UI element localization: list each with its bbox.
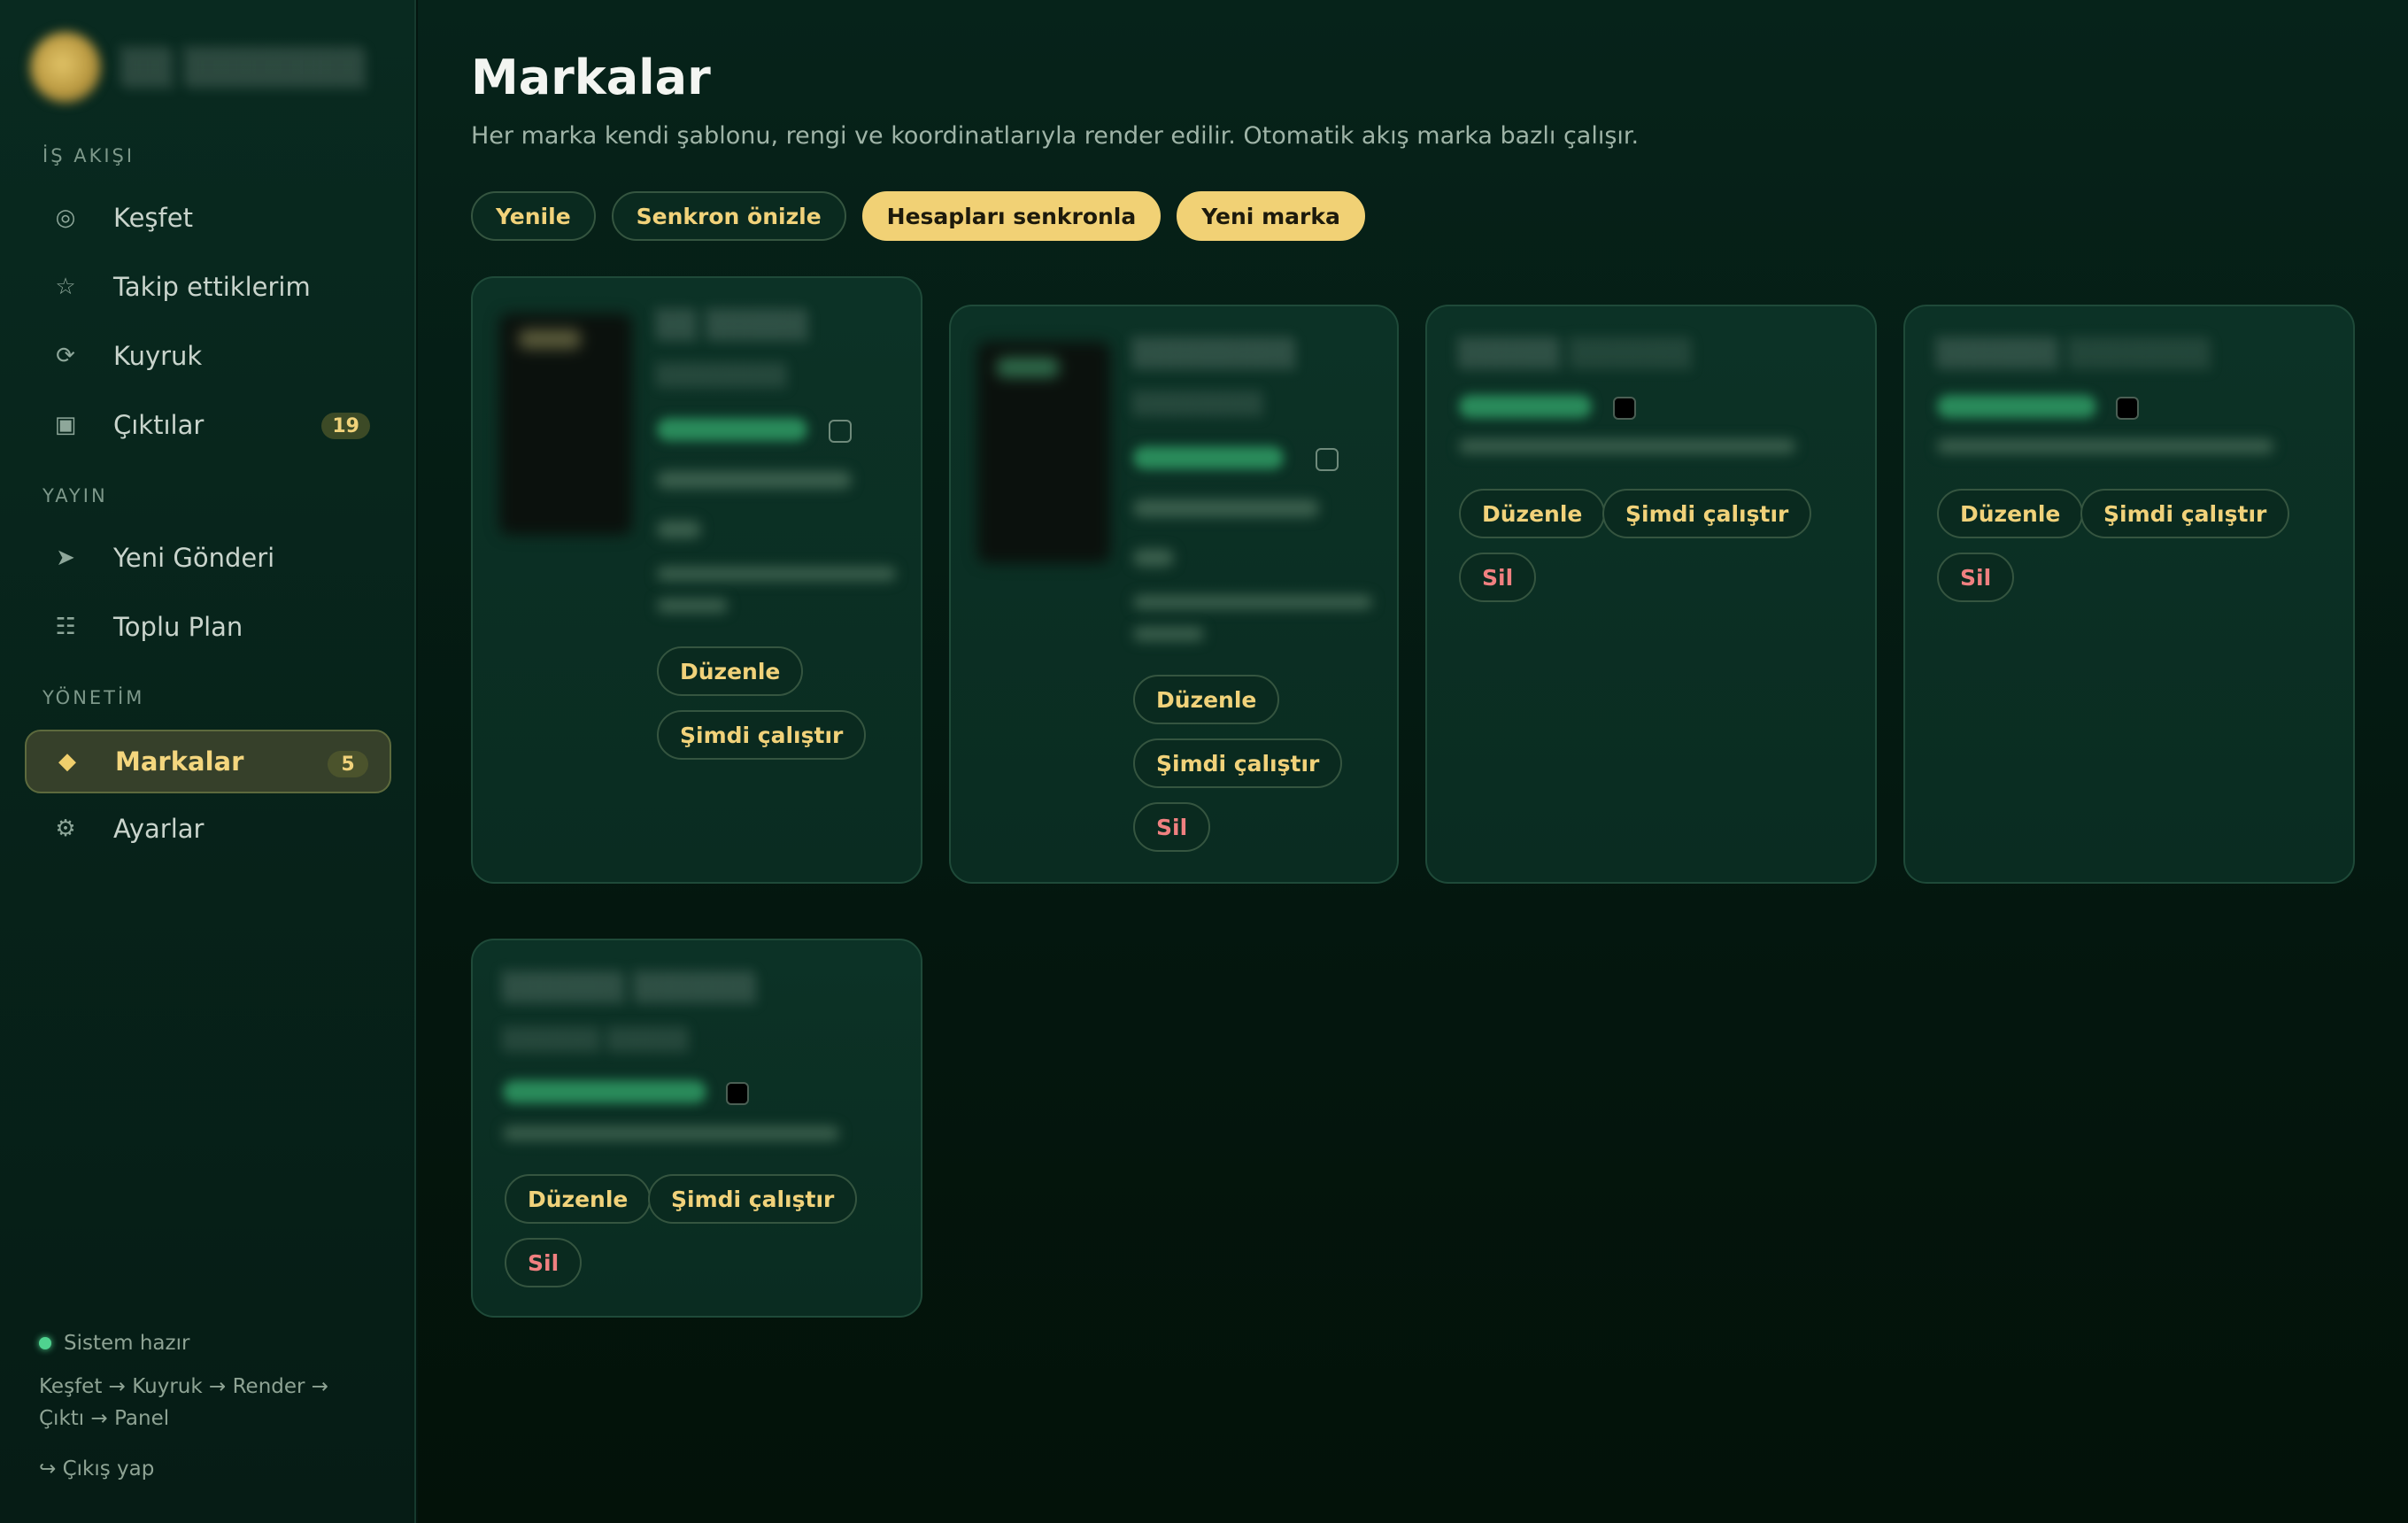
sidebar-item-queue[interactable]: ⟳ Kuyruk (25, 324, 391, 388)
brand-select-checkbox[interactable] (1316, 448, 1339, 471)
sidebar-item-settings[interactable]: ⚙ Ayarlar (25, 797, 391, 861)
run-now-button[interactable]: Şimdi çalıştır (648, 1174, 858, 1224)
brand-meta-redacted (657, 567, 896, 581)
sidebar-item-label: Markalar (115, 746, 244, 777)
brand-text-redacted: ░░ ░░░░░░░ (122, 48, 367, 87)
diamond-icon: ◆ (58, 748, 76, 775)
brand-status-redacted (1133, 446, 1284, 469)
brand-meta-redacted (1133, 627, 1204, 641)
brand-thumbnail (977, 342, 1110, 563)
count-badge: 19 (321, 413, 370, 439)
brand-avatar (30, 32, 101, 103)
sidebar-item-label: Keşfet (113, 203, 193, 233)
sidebar-item-label: Takip ettiklerim (113, 272, 311, 302)
brand-status-redacted (1937, 395, 2096, 418)
brand-meta-redacted (657, 471, 852, 489)
refresh-button[interactable]: Yenile (471, 191, 596, 241)
brand-status-redacted (657, 418, 807, 441)
sidebar: ░░ ░░░░░░░ İŞ AKIŞI ◎ Keşfet ☆ Takip ett… (0, 0, 416, 1523)
page-title: Markalar (471, 50, 711, 105)
brand-meta-redacted (503, 1126, 839, 1140)
toolbar: Yenile Senkron önizle Hesapları senkronl… (471, 191, 1365, 241)
logout-link[interactable]: ↪ Çıkış yap (39, 1457, 154, 1480)
edit-button[interactable]: Düzenle (505, 1174, 652, 1224)
brand-name-redacted: ░░░░░ ░░░░░░ (1459, 338, 1694, 369)
brand-handle-redacted: ░░░░░░░░ (1133, 391, 1264, 416)
sync-preview-button[interactable]: Senkron önizle (611, 191, 846, 241)
run-now-button[interactable]: Şimdi çalıştır (657, 710, 867, 760)
section-label-manage: YÖNETİM (42, 687, 145, 708)
brand-card: ░░░░░░░░ ░░░░░░░░ Düzenle Şimdi çalıştır… (949, 305, 1399, 884)
star-icon: ☆ (55, 274, 76, 300)
brand-name-redacted: ░░░░░░ ░░░░░░ (503, 972, 758, 1003)
section-label-publish: YAYIN (42, 485, 108, 506)
edit-button[interactable]: Düzenle (657, 646, 804, 696)
system-status: Sistem hazır (39, 1332, 189, 1355)
page-description: Her marka kendi şablonu, rengi ve koordi… (471, 122, 1640, 150)
sidebar-item-label: Toplu Plan (113, 612, 243, 642)
brand-thumbnail (499, 313, 632, 535)
flow-description: Keşfet → Kuyruk → Render → Çıktı → Panel (39, 1375, 329, 1430)
sidebar-item-brands[interactable]: ◆ Markalar 5 (25, 730, 391, 793)
status-dot-icon (39, 1337, 51, 1349)
brand-select-checkbox[interactable] (2116, 397, 2139, 420)
brand-handle-redacted: ░░░░░░░░ (657, 363, 788, 388)
sidebar-item-outputs[interactable]: ▣ Çıktılar 19 (25, 393, 391, 457)
delete-button[interactable]: Sil (505, 1238, 583, 1287)
refresh-icon: ⟳ (56, 343, 75, 369)
sidebar-item-bulk-plan[interactable]: ☷ Toplu Plan (25, 595, 391, 659)
brand-meta-redacted (1133, 499, 1319, 517)
sidebar-item-new-post[interactable]: ➤ Yeni Gönderi (25, 526, 391, 590)
brand-card: ░░░░░░ ░░░░░░ ░░░░░░ ░░░░░ Düzenle Şimdi… (471, 939, 922, 1318)
send-icon: ➤ (56, 545, 75, 571)
brand-status-redacted (1459, 395, 1592, 418)
list-icon: ☷ (55, 614, 76, 640)
brand-status-redacted (503, 1080, 706, 1103)
status-text: Sistem hazır (64, 1332, 190, 1355)
main-content: Markalar Her marka kendi şablonu, rengi … (418, 0, 2408, 1523)
brand-select-checkbox[interactable] (829, 420, 852, 443)
brand-meta-redacted (657, 521, 701, 538)
edit-button[interactable]: Düzenle (1459, 489, 1606, 538)
brand-meta-redacted (1937, 439, 2273, 453)
section-label-workflow: İŞ AKIŞI (42, 145, 135, 166)
run-now-button[interactable]: Şimdi çalıştır (1602, 489, 1812, 538)
brand-select-checkbox[interactable] (726, 1082, 749, 1105)
edit-button[interactable]: Düzenle (1937, 489, 2084, 538)
brand-meta-redacted (1133, 549, 1174, 567)
brand-header: ░░ ░░░░░░░ (30, 32, 367, 103)
brand-meta-redacted (1459, 439, 1795, 453)
sidebar-item-following[interactable]: ☆ Takip ettiklerim (25, 255, 391, 319)
brand-name-redacted: ░░ ░░░░░ (657, 310, 809, 341)
target-icon: ◎ (55, 205, 76, 231)
brand-name-redacted: ░░░░░░░░ (1133, 338, 1297, 369)
edit-button[interactable]: Düzenle (1133, 675, 1280, 724)
sidebar-item-label: Ayarlar (113, 814, 205, 844)
gear-icon: ⚙ (55, 816, 76, 842)
sidebar-item-label: Çıktılar (113, 410, 205, 440)
sync-accounts-button[interactable]: Hesapları senkronla (861, 191, 1162, 241)
brand-handle-redacted: ░░░░░░ ░░░░░ (503, 1027, 690, 1052)
brand-card: ░░░░░ ░░░░░░ Düzenle Şimdi çalıştır Sil (1425, 305, 1877, 884)
output-icon: ▣ (54, 412, 77, 438)
brand-card: ░░░░░░ ░░░░░░░ Düzenle Şimdi çalıştır Si… (1903, 305, 2355, 884)
sidebar-item-discover[interactable]: ◎ Keşfet (25, 186, 391, 250)
delete-button[interactable]: Sil (1937, 553, 2015, 602)
brand-name-redacted: ░░░░░░ ░░░░░░░ (1937, 338, 2212, 369)
brand-meta-redacted (1133, 595, 1372, 609)
sidebar-item-label: Yeni Gönderi (113, 543, 275, 573)
sidebar-item-label: Kuyruk (113, 341, 203, 371)
run-now-button[interactable]: Şimdi çalıştır (1133, 738, 1343, 788)
delete-button[interactable]: Sil (1459, 553, 1537, 602)
brand-card: ░░ ░░░░░ ░░░░░░░░ Düzenle Şimdi çalıştır (471, 276, 922, 884)
new-brand-button[interactable]: Yeni marka (1177, 191, 1365, 241)
brand-select-checkbox[interactable] (1613, 397, 1636, 420)
delete-button[interactable]: Sil (1133, 802, 1211, 852)
run-now-button[interactable]: Şimdi çalıştır (2080, 489, 2290, 538)
count-badge: 5 (328, 751, 368, 777)
brand-meta-redacted (657, 599, 728, 613)
